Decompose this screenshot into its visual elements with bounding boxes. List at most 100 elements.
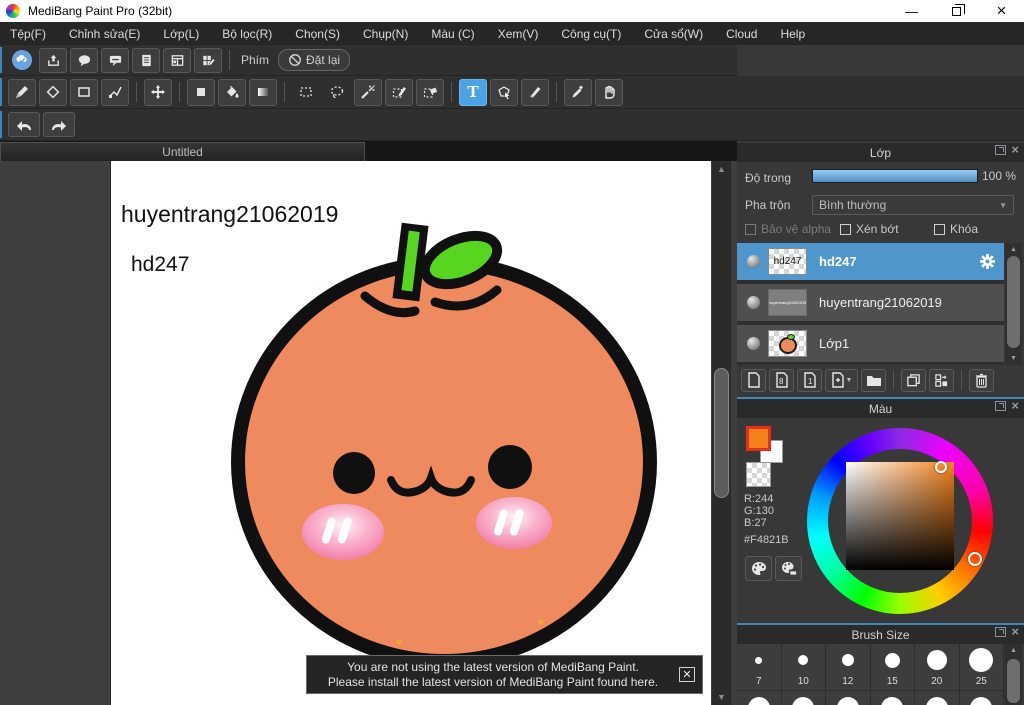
shape-tool-button[interactable] [70, 78, 98, 106]
brush-panel-scrollbar[interactable]: ▲ [1005, 644, 1022, 705]
layer-visibility-icon[interactable] [747, 337, 760, 350]
merge-layer-button[interactable] [929, 368, 954, 392]
sv-marker-icon[interactable] [935, 461, 947, 473]
menu-snap[interactable]: Chụp(N) [363, 27, 408, 41]
blend-mode-select[interactable]: Bình thường ▼ [812, 195, 1014, 215]
brush-size-row2[interactable] [737, 691, 782, 705]
popout-icon[interactable] [995, 401, 1007, 411]
scrollbar-thumb[interactable] [714, 368, 729, 498]
scrollbar-thumb[interactable] [1007, 256, 1020, 348]
add-layer-menu-button[interactable]: ▼ [825, 368, 858, 392]
menu-window[interactable]: Cửa sổ(W) [644, 27, 703, 41]
window-layout-button[interactable] [163, 47, 191, 73]
menu-file[interactable]: Tệp(F) [10, 27, 46, 41]
cloud-sync-button[interactable] [8, 48, 36, 73]
layer-list-scrollbar[interactable]: ▲ ▼ [1005, 243, 1022, 365]
object-select-button[interactable] [490, 78, 518, 106]
scroll-up-icon[interactable]: ▲ [712, 161, 731, 177]
close-button[interactable]: × [979, 0, 1024, 22]
new-8bit-layer-button[interactable]: 8 [769, 368, 794, 392]
brush-size-20[interactable]: 20 [915, 644, 960, 691]
menu-filter[interactable]: Bộ lọc(R) [222, 27, 272, 41]
layer-row-lop1[interactable]: Lớp1 [737, 325, 1004, 364]
scroll-up-icon[interactable]: ▲ [1005, 244, 1022, 255]
gradient-tool-button[interactable] [249, 78, 277, 106]
hue-marker-icon[interactable] [968, 552, 982, 566]
menu-cloud[interactable]: Cloud [726, 27, 757, 41]
scrollbar-thumb[interactable] [1007, 659, 1020, 703]
palette-button[interactable] [745, 556, 772, 581]
eyedropper-button[interactable] [564, 78, 592, 106]
brush-size-row2[interactable] [871, 691, 915, 705]
notification-close-button[interactable]: ✕ [679, 667, 695, 682]
new-layer-button[interactable] [741, 368, 766, 392]
menu-help[interactable]: Help [780, 27, 805, 41]
layer-visibility-icon[interactable] [747, 255, 760, 268]
brush-tool-button[interactable] [8, 78, 36, 106]
move-tool-button[interactable] [144, 78, 172, 106]
canvas-vertical-scrollbar[interactable]: ▲ ▼ [712, 161, 731, 705]
menu-edit[interactable]: Chỉnh sửa(E) [69, 27, 140, 41]
brush-size-row2[interactable] [782, 691, 826, 705]
brush-size-25[interactable]: 25 [959, 644, 1004, 691]
fill-rect-tool-button[interactable] [187, 78, 215, 106]
publish-button[interactable] [39, 47, 67, 73]
menu-view[interactable]: Xem(V) [498, 27, 539, 41]
select-pen-button[interactable] [385, 78, 413, 106]
comment-button[interactable] [70, 47, 98, 73]
saturation-value-square[interactable] [846, 462, 954, 570]
undo-button[interactable] [8, 112, 40, 137]
redo-button[interactable] [43, 112, 75, 137]
select-eraser-button[interactable] [416, 78, 444, 106]
panel-edit-button[interactable] [194, 47, 222, 73]
panel-close-icon[interactable]: × [1011, 399, 1019, 412]
layer-row-huyentrang[interactable]: huyentrang21062019 huyentrang21062019 [737, 284, 1004, 323]
brush-size-10[interactable]: 10 [781, 644, 826, 691]
minimize-button[interactable]: — [889, 0, 934, 22]
eraser-tool-button[interactable] [39, 78, 67, 106]
lasso-select-button[interactable] [323, 79, 351, 106]
new-1bit-layer-button[interactable]: 1 [797, 368, 822, 392]
duplicate-layer-button[interactable] [901, 368, 926, 392]
scroll-down-icon[interactable]: ▼ [1005, 353, 1022, 364]
scroll-up-icon[interactable]: ▲ [1005, 645, 1022, 656]
brush-size-15[interactable]: 15 [870, 644, 915, 691]
chat-button[interactable] [101, 47, 129, 73]
gear-icon[interactable] [979, 253, 996, 270]
transparent-color-swatch[interactable] [746, 462, 771, 487]
bucket-tool-button[interactable] [218, 78, 246, 106]
reset-button[interactable]: Đặt lại [278, 49, 351, 71]
menu-tools[interactable]: Công cụ(T) [561, 27, 621, 41]
delete-layer-button[interactable] [969, 368, 994, 392]
brush-size-12[interactable]: 12 [826, 644, 871, 691]
layer-visibility-icon[interactable] [747, 296, 760, 309]
protect-alpha-checkbox[interactable]: Bảo vệ alpha [745, 222, 831, 236]
layer-row-hd247[interactable]: hd247 hd247 [737, 243, 1004, 282]
hand-tool-button[interactable] [595, 78, 623, 106]
brush-size-row2[interactable] [826, 691, 871, 705]
opacity-slider[interactable] [812, 169, 978, 183]
menu-color[interactable]: Màu (C) [431, 27, 474, 41]
clipping-checkbox[interactable]: Xén bớt [840, 222, 899, 236]
panel-close-icon[interactable]: × [1011, 143, 1019, 156]
menu-select[interactable]: Chọn(S) [295, 27, 340, 41]
marquee-select-button[interactable] [292, 79, 320, 106]
palette-edit-button[interactable] [775, 556, 802, 581]
brush-size-row2[interactable] [915, 691, 960, 705]
panel-close-icon[interactable]: × [1011, 625, 1019, 638]
foreground-color-swatch[interactable] [746, 426, 771, 451]
scroll-down-icon[interactable]: ▼ [712, 689, 731, 705]
document-tab[interactable]: Untitled [0, 142, 365, 161]
menu-layer[interactable]: Lớp(L) [163, 27, 199, 41]
popout-icon[interactable] [995, 145, 1007, 155]
polyline-tool-button[interactable] [101, 78, 129, 106]
brush-size-7[interactable]: 7 [737, 644, 782, 691]
lock-checkbox[interactable]: Khóa [934, 222, 978, 236]
divide-tool-button[interactable] [521, 78, 549, 106]
popout-icon[interactable] [995, 627, 1007, 637]
layer-folder-button[interactable] [861, 368, 886, 392]
brush-size-row2[interactable] [960, 691, 1004, 705]
restore-button[interactable] [934, 0, 979, 22]
magic-wand-button[interactable] [354, 78, 382, 106]
text-tool-button[interactable]: T [459, 78, 487, 106]
